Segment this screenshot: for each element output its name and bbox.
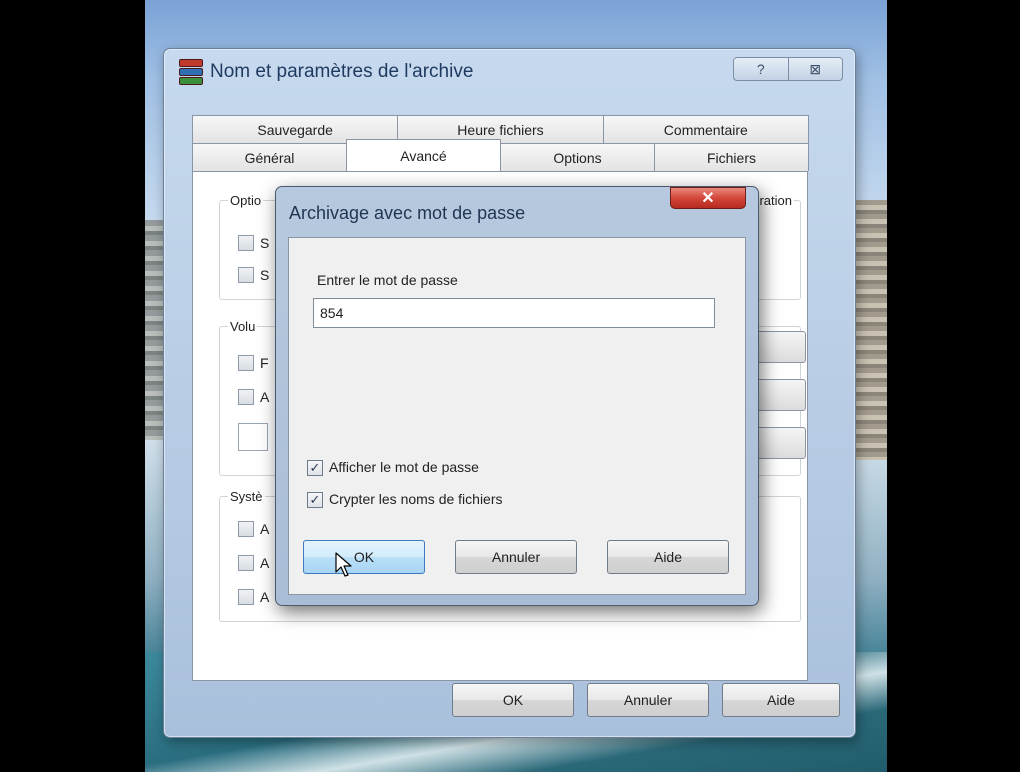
tab-commentaire[interactable]: Commentaire [602, 115, 809, 143]
password-help-button[interactable]: Aide [607, 540, 729, 574]
background-city-right [853, 200, 887, 460]
system-group-label: Systè [228, 489, 265, 504]
password-dialog: Archivage avec mot de passe ✕ Entrer le … [275, 186, 759, 606]
help-icon[interactable]: ? [733, 57, 789, 81]
volume-size-input[interactable] [238, 423, 268, 451]
tab-avance[interactable]: Avancé [346, 139, 501, 171]
volume-checkbox-1[interactable] [238, 355, 254, 371]
show-password-label: Afficher le mot de passe [329, 459, 479, 475]
title-buttons: ? ⊠ [733, 57, 843, 81]
tab-options[interactable]: Options [500, 143, 655, 171]
tab-fichiers[interactable]: Fichiers [654, 143, 809, 171]
tab-row-bottom: Général Avancé Options Fichiers [192, 139, 809, 171]
system-checkbox-2[interactable] [238, 555, 254, 571]
option-checkbox-1[interactable] [238, 235, 254, 251]
tab-general[interactable]: Général [192, 143, 347, 171]
main-help-button[interactable]: Aide [722, 683, 840, 717]
volume-checkbox-1-label: F [260, 355, 269, 371]
volume-checkbox-2-label: A [260, 389, 270, 405]
password-input[interactable] [313, 298, 715, 328]
password-dialog-body: Entrer le mot de passe ✓ Afficher le mot… [288, 237, 746, 595]
close-icon[interactable]: ⊠ [788, 57, 843, 81]
mouse-pointer-icon [335, 552, 352, 577]
option-checkbox-1-label: S [260, 235, 270, 251]
option-checkbox-2[interactable] [238, 267, 254, 283]
encrypt-filenames-label: Crypter les noms de fichiers [329, 491, 503, 507]
encrypt-filenames-checkbox[interactable]: ✓ [307, 492, 323, 508]
close-icon[interactable]: ✕ [670, 187, 746, 209]
volume-checkbox-2[interactable] [238, 389, 254, 405]
option-checkbox-2-label: S [260, 267, 270, 283]
main-ok-button[interactable]: OK [452, 683, 574, 717]
password-dialog-title: Archivage avec mot de passe [289, 203, 526, 223]
password-prompt-label: Entrer le mot de passe [317, 272, 458, 288]
main-cancel-button[interactable]: Annuler [587, 683, 709, 717]
options-group-right-label: ration [757, 193, 794, 208]
system-checkbox-1-label: A [260, 521, 270, 537]
password-ok-button[interactable]: OK [303, 540, 425, 574]
video-frame: Nom et paramètres de l'archive ? ⊠ Sauve… [0, 0, 1020, 772]
system-checkbox-3[interactable] [238, 589, 254, 605]
window-title: Nom et paramètres de l'archive [210, 61, 474, 82]
system-checkbox-2-label: A [260, 555, 270, 571]
winrar-books-icon [179, 59, 203, 85]
volumes-group-label: Volu [228, 319, 258, 334]
system-checkbox-1[interactable] [238, 521, 254, 537]
password-cancel-button[interactable]: Annuler [455, 540, 577, 574]
system-checkbox-3-label: A [260, 589, 270, 605]
options-group-label: Optio [228, 193, 264, 208]
show-password-checkbox[interactable]: ✓ [307, 460, 323, 476]
